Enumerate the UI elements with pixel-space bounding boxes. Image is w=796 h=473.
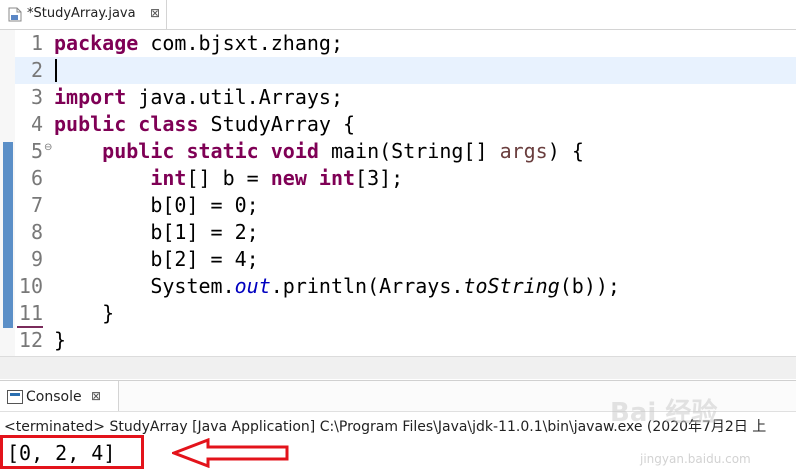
code-line[interactable]: 5 ⊖ public static void main(String[] args… bbox=[0, 138, 796, 165]
code-text: b[0] = 0; bbox=[54, 192, 259, 219]
code-text: } bbox=[54, 300, 114, 327]
fold-collapse-icon[interactable]: ⊖ bbox=[44, 142, 52, 153]
code-token: } bbox=[54, 301, 115, 325]
line-number: 1 bbox=[30, 31, 43, 55]
code-token: b[2] = 4; bbox=[54, 247, 259, 271]
code-token: [] b = bbox=[186, 166, 271, 190]
code-token: .println(Arrays. bbox=[270, 274, 464, 298]
output-highlight-box: [0, 2, 4] bbox=[0, 435, 144, 469]
code-token: [3]; bbox=[355, 166, 404, 190]
code-token: b[1] = 2; bbox=[54, 220, 259, 244]
line-number: 5 bbox=[30, 139, 43, 163]
code-token: import bbox=[54, 85, 127, 109]
line-number: 9 bbox=[30, 247, 43, 271]
code-text: public class StudyArray { bbox=[54, 111, 355, 138]
code-token: package bbox=[54, 31, 139, 55]
code-token: toString bbox=[463, 274, 560, 298]
code-token: public bbox=[102, 139, 175, 163]
code-token: java.util.Arrays; bbox=[126, 85, 343, 109]
line-number: 2 bbox=[30, 58, 43, 82]
horizontal-scrollbar[interactable] bbox=[0, 356, 796, 379]
line-number: 7 bbox=[30, 193, 43, 217]
code-token: System. bbox=[54, 274, 235, 298]
code-text: b[1] = 2; bbox=[54, 219, 259, 246]
tab-studyarray-java[interactable]: *StudyArray.java ⊠ bbox=[0, 0, 167, 29]
line-number: 12 bbox=[18, 328, 43, 352]
code-line[interactable]: 11 } bbox=[0, 300, 796, 327]
code-line[interactable]: 6 int[] b = new int[3]; bbox=[0, 165, 796, 192]
code-line[interactable]: 10 System.out.println(Arrays.toString(b)… bbox=[0, 273, 796, 300]
line-number: 10 bbox=[18, 274, 43, 298]
code-line[interactable]: 8 b[1] = 2; bbox=[0, 219, 796, 246]
code-token: new bbox=[270, 166, 307, 190]
code-token: static bbox=[186, 139, 259, 163]
code-line[interactable]: 12} bbox=[0, 327, 796, 354]
line-number: 3 bbox=[30, 85, 43, 109]
code-line[interactable]: 3 import java.util.Arrays; bbox=[0, 84, 796, 111]
code-token: b[0] = 0; bbox=[54, 193, 259, 217]
code-text: } bbox=[54, 327, 66, 354]
code-token: class bbox=[138, 112, 199, 136]
code-token: (b)); bbox=[559, 274, 620, 298]
console-output: [0, 2, 4] bbox=[7, 441, 116, 465]
code-line[interactable]: 1 package com.bjsxt.zhang; bbox=[0, 30, 796, 57]
code-token: int bbox=[318, 166, 356, 190]
code-text: b[2] = 4; bbox=[54, 246, 259, 273]
code-token: ) { bbox=[547, 139, 584, 163]
java-file-icon bbox=[8, 7, 22, 22]
code-text: int[] b = new int[3]; bbox=[54, 165, 403, 192]
text-caret bbox=[55, 59, 57, 82]
code-token: public bbox=[54, 112, 127, 136]
line-number: 6 bbox=[30, 166, 43, 190]
tab-console[interactable]: Console ⊠ bbox=[0, 381, 119, 411]
close-icon[interactable]: ⊠ bbox=[91, 389, 101, 403]
code-token: StudyArray { bbox=[198, 112, 356, 136]
code-editor[interactable]: 1 package com.bjsxt.zhang; 2 3 import java.u… bbox=[0, 30, 796, 356]
editor-tab-bar: *StudyArray.java ⊠ bbox=[0, 0, 796, 30]
code-line[interactable]: 4 public class StudyArray { bbox=[0, 111, 796, 138]
line-11-marker bbox=[17, 301, 43, 328]
watermark-logo: Bai 经验 bbox=[610, 398, 718, 428]
code-text: public static void main(String[] args) { bbox=[54, 138, 584, 165]
code-token: out bbox=[234, 274, 271, 298]
left-arrow-annotation bbox=[172, 438, 289, 468]
code-text: import java.util.Arrays; bbox=[54, 84, 343, 111]
line-number: 4 bbox=[30, 112, 43, 136]
code-line[interactable]: 2 bbox=[0, 57, 796, 84]
tab-title: *StudyArray.java bbox=[27, 6, 136, 21]
line-number: 8 bbox=[30, 220, 43, 244]
code-token: args bbox=[499, 139, 548, 163]
code-token: com.bjsxt.zhang; bbox=[138, 31, 343, 55]
code-line[interactable]: 7 b[0] = 0; bbox=[0, 192, 796, 219]
code-line[interactable]: 9 b[2] = 4; bbox=[0, 246, 796, 273]
code-token: void bbox=[270, 139, 319, 163]
close-icon[interactable]: ⊠ bbox=[150, 6, 160, 20]
code-token: main(String[] bbox=[318, 139, 500, 163]
code-token: } bbox=[54, 328, 67, 352]
console-tab-label: Console bbox=[26, 389, 82, 405]
console-icon bbox=[7, 390, 23, 404]
code-token: int bbox=[150, 166, 187, 190]
code-text: package com.bjsxt.zhang; bbox=[54, 30, 343, 57]
watermark-url: jingyan.baidu.com bbox=[640, 452, 751, 466]
code-text: System.out.println(Arrays.toString(b)); bbox=[54, 273, 620, 300]
